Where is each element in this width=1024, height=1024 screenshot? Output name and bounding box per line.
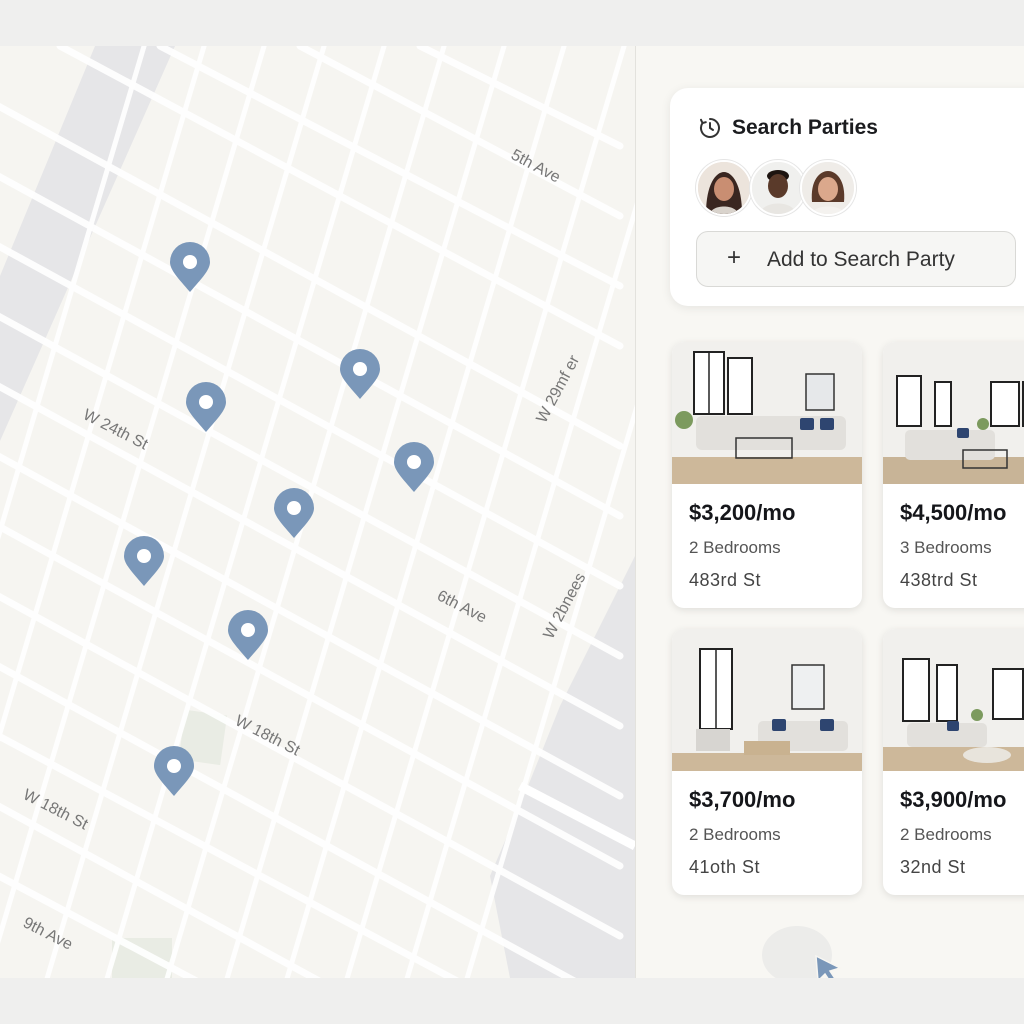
map-pin-icon[interactable] — [124, 536, 164, 586]
search-party-title: Search Parties — [732, 116, 878, 139]
listing-bedrooms: 2 Bedrooms — [900, 825, 992, 844]
listing-price: $3,700/mo — [689, 787, 796, 812]
listing-photo — [672, 629, 862, 771]
add-to-search-party-button[interactable]: + Add to Search Party — [696, 231, 1016, 287]
map-view[interactable]: 5th Ave W 24th St W 29mf er 6th Ave W 2b… — [0, 46, 635, 978]
listing-bedrooms: 3 Bedrooms — [900, 538, 992, 557]
listing-photo — [672, 342, 862, 484]
listing-bedrooms: 2 Bedrooms — [689, 538, 781, 557]
street-label: 9th Ave — [20, 914, 75, 953]
listing-card[interactable]: $3,700/mo 2 Bedrooms 41oth St — [672, 629, 862, 895]
listing-card[interactable]: $3,200/mo 2 Bedrooms 483rd St — [672, 342, 862, 608]
plus-icon: + — [727, 244, 742, 271]
listing-address: 32nd St — [900, 857, 966, 877]
listing-address: 483rd St — [689, 570, 762, 590]
mouse-cursor-icon — [815, 954, 843, 978]
listing-address: 41oth St — [689, 857, 761, 877]
street-label: 5th Ave — [508, 147, 563, 187]
map-pin-icon[interactable] — [170, 242, 210, 292]
street-label: W 18th St — [232, 712, 303, 759]
avatar[interactable] — [800, 160, 856, 216]
results-panel: Search Parties + Add to Search Party $3,… — [636, 46, 1024, 978]
listing-card[interactable]: $4,500/mo 3 Bedrooms 438trd St — [883, 342, 1024, 608]
street-label: W 2bnees — [541, 570, 590, 642]
app-window: 5th Ave W 24th St W 29mf er 6th Ave W 2b… — [0, 46, 1024, 978]
map-pin-icon[interactable] — [274, 488, 314, 538]
listing-photo — [883, 342, 1024, 484]
map-pin-icon[interactable] — [154, 746, 194, 796]
listing-photo — [883, 629, 1024, 771]
avatar[interactable] — [696, 160, 752, 216]
clock-icon — [700, 118, 720, 138]
listing-card[interactable]: $3,900/mo 2 Bedrooms 32nd St — [883, 629, 1024, 895]
avatar[interactable] — [750, 160, 806, 216]
listing-price: $3,200/mo — [689, 500, 796, 525]
map-pin-icon[interactable] — [340, 349, 380, 399]
listing-price: $3,900/mo — [900, 787, 1007, 812]
search-party-card: Search Parties + Add to Search Party — [670, 88, 1024, 306]
add-to-search-party-label: Add to Search Party — [767, 248, 955, 271]
listing-address: 438trd St — [900, 570, 978, 590]
listing-bedrooms: 2 Bedrooms — [689, 825, 781, 844]
listing-price: $4,500/mo — [900, 500, 1007, 525]
